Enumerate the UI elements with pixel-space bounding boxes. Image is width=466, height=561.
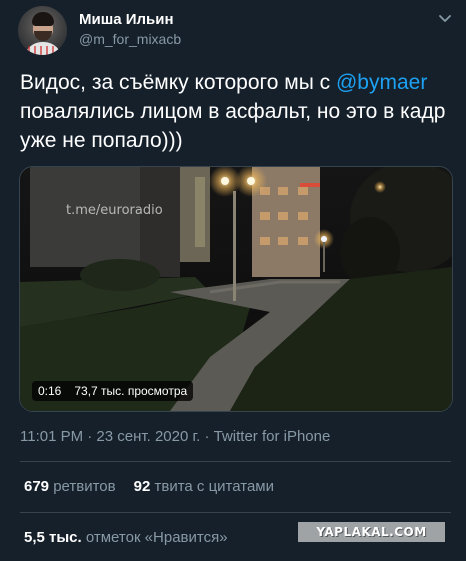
likes-stat[interactable]: 5,5 тыс. отметок «Нравится» (24, 529, 228, 546)
retweets-label: ретвитов (53, 478, 116, 495)
user-handle[interactable]: @m_for_mixacb (79, 31, 181, 47)
quotes-stat[interactable]: 92 твита с цитатами (134, 478, 274, 495)
user-name[interactable]: Миша Ильин (79, 11, 174, 28)
retweets-count: 679 (24, 478, 50, 495)
quotes-label: твита с цитатами (154, 478, 275, 495)
video-views: 73,7 тыс. просмотра (74, 384, 188, 398)
quotes-count: 92 (133, 478, 151, 495)
likes-label: отметок «Нравится» (85, 529, 228, 546)
divider (20, 512, 451, 513)
video-duration: 0:16 (38, 384, 62, 398)
tweet-text-end: повалялись лицом в асфальт, но это в кад… (20, 100, 446, 152)
retweets-stat[interactable]: 679 ретвитов (24, 478, 116, 495)
video-watermark: t.me/euroradio (66, 203, 163, 218)
avatar[interactable] (18, 6, 67, 55)
tweet-text: Видос, за съёмку которого мы с @bymaer п… (20, 68, 450, 155)
divider (20, 461, 451, 462)
tweet-stats: 679 ретвитов 92 твита с цитатами (24, 478, 274, 495)
tweet-header: Миша Ильин @m_for_mixacb (18, 6, 456, 58)
tweet-text-start: Видос, за съёмку которого мы с (20, 71, 331, 94)
video-info-overlay: 0:16 73,7 тыс. просмотра (32, 381, 194, 401)
likes-count: 5,5 тыс. (24, 529, 82, 546)
chevron-down-icon[interactable] (438, 12, 452, 26)
mention-link[interactable]: @bymaer (336, 71, 427, 94)
tweet-meta[interactable]: 11:01 PM · 23 сент. 2020 г. · Twitter fo… (20, 428, 330, 445)
site-watermark: YAPLAKAL.COM (298, 522, 445, 542)
video-player[interactable]: t.me/euroradio 0:16 73,7 тыс. просмотра (19, 166, 453, 412)
